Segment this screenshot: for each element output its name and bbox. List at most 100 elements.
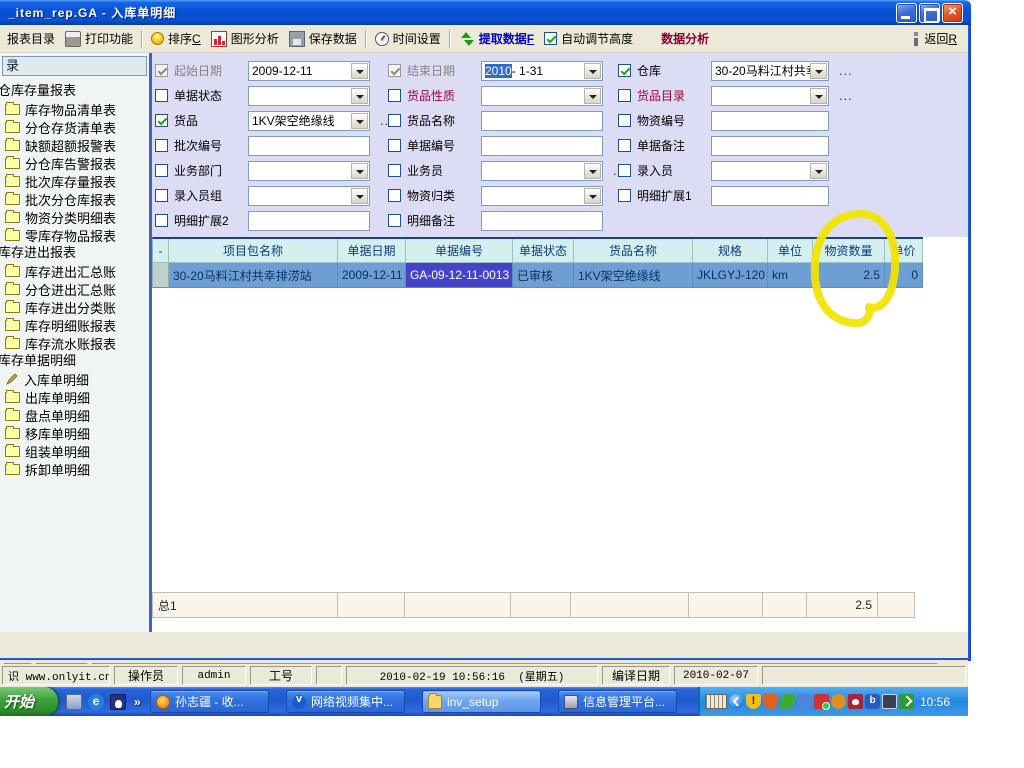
- end-date-dropdown[interactable]: 2010- 1-31: [481, 61, 603, 81]
- tree-group-inout[interactable]: 库存进出报表: [0, 244, 149, 262]
- column-header-price[interactable]: 单价: [885, 239, 923, 262]
- material-no-input[interactable]: [711, 111, 829, 131]
- tree-group-stock[interactable]: 仓库存量报表: [0, 82, 149, 100]
- column-header-spec[interactable]: 规格: [693, 239, 768, 262]
- collapse-tray-icon[interactable]: [729, 694, 744, 709]
- paw-icon[interactable]: [848, 694, 863, 709]
- bluetooth-icon[interactable]: b: [865, 694, 880, 709]
- taskbar-button-video[interactable]: 网络视频集中...: [286, 690, 405, 713]
- tree-item[interactable]: 批次分仓库报表: [0, 190, 149, 208]
- taskbar-button-mail[interactable]: 孙志疆 - 收...: [150, 690, 269, 713]
- detail-ext2-input[interactable]: [248, 211, 370, 231]
- chevron-more-icon[interactable]: »: [134, 695, 141, 709]
- gear-shield-icon[interactable]: [831, 694, 846, 709]
- checkbox-icon[interactable]: [155, 64, 168, 77]
- checkbox-icon[interactable]: [155, 139, 168, 152]
- checkbox-icon[interactable]: [618, 64, 631, 77]
- doc-note-input[interactable]: [711, 136, 829, 156]
- tree-item[interactable]: 分仓存货清单表: [0, 118, 149, 136]
- checkbox-icon[interactable]: [618, 139, 631, 152]
- report-catalog-button[interactable]: 报表目录: [2, 28, 60, 49]
- update-icon[interactable]: [899, 694, 914, 709]
- taskbar-button-folder[interactable]: inv_setup: [422, 690, 541, 713]
- qq-icon[interactable]: [110, 694, 126, 710]
- print-button[interactable]: 打印功能: [60, 28, 138, 49]
- close-button[interactable]: [942, 3, 963, 23]
- column-header-doc-no[interactable]: 单据编号: [406, 239, 513, 262]
- browse-warehouse-button[interactable]: ...: [839, 63, 853, 78]
- time-setting-button[interactable]: 时间设置: [370, 28, 446, 49]
- tree-item[interactable]: 出库单明细: [0, 388, 149, 406]
- tree-item[interactable]: 盘点单明细: [0, 406, 149, 424]
- tree-item[interactable]: 组装单明细: [0, 442, 149, 460]
- start-date-dropdown[interactable]: 2009-12-11: [248, 61, 370, 81]
- checkbox-icon[interactable]: [388, 139, 401, 152]
- checkbox-icon[interactable]: [155, 164, 168, 177]
- goods-nature-dropdown[interactable]: [481, 86, 603, 106]
- alert-shield-icon[interactable]: !: [746, 694, 761, 709]
- keyboard-icon[interactable]: [705, 694, 727, 709]
- checkbox-icon[interactable]: [618, 114, 631, 127]
- checkbox-icon[interactable]: [388, 164, 401, 177]
- detail-note-input[interactable]: [481, 211, 603, 231]
- tree-item[interactable]: 批次库存量报表: [0, 172, 149, 190]
- goods-dropdown[interactable]: 1KV架空绝缘线: [248, 111, 370, 131]
- table-row[interactable]: 30-20马料江村共幸排涝站 2009-12-11 GA-09-12-11-00…: [153, 263, 923, 288]
- column-header-quantity[interactable]: 物资数量: [813, 239, 885, 262]
- sort-button[interactable]: 排序C: [146, 28, 206, 49]
- graph-analysis-button[interactable]: 图形分析: [206, 28, 284, 49]
- checkbox-icon[interactable]: [618, 89, 631, 102]
- back-button[interactable]: 返回R: [907, 28, 962, 49]
- column-header-date[interactable]: 单据日期: [338, 239, 406, 262]
- material-class-dropdown[interactable]: [481, 186, 603, 206]
- tree-item[interactable]: 拆卸单明细: [0, 460, 149, 478]
- entry-group-dropdown[interactable]: [248, 186, 370, 206]
- warehouse-dropdown[interactable]: 30-20马料江村共幸: [711, 61, 829, 81]
- doc-no-input[interactable]: [481, 136, 603, 156]
- tree-item-selected[interactable]: 入库单明细: [0, 370, 149, 388]
- minimize-button[interactable]: [896, 3, 917, 23]
- green-leaf-icon[interactable]: [780, 694, 795, 709]
- save-data-button[interactable]: 保存数据: [284, 28, 362, 49]
- column-header-unit[interactable]: 单位: [768, 239, 813, 262]
- tree-item[interactable]: 分仓库告警报表: [0, 154, 149, 172]
- tree-item[interactable]: 库存进出分类账: [0, 298, 149, 316]
- checkbox-icon[interactable]: [388, 189, 401, 202]
- batch-no-input[interactable]: [248, 136, 370, 156]
- checkbox-icon[interactable]: [155, 114, 168, 127]
- maximize-button[interactable]: [919, 3, 940, 23]
- tree-item[interactable]: 物资分类明细表: [0, 208, 149, 226]
- red-status-icon[interactable]: [814, 694, 829, 709]
- tree-item[interactable]: 分仓进出汇总账: [0, 280, 149, 298]
- doc-state-dropdown[interactable]: [248, 86, 370, 106]
- blue-app-icon[interactable]: [797, 694, 812, 709]
- tree-item[interactable]: 库存进出汇总账: [0, 262, 149, 280]
- tree-item[interactable]: 库存明细账报表: [0, 316, 149, 334]
- data-analysis-button[interactable]: 数据分析: [656, 28, 714, 49]
- start-button[interactable]: 开始: [0, 687, 58, 716]
- column-header-indicator[interactable]: -: [153, 239, 169, 262]
- column-header-goods[interactable]: 货品名称: [574, 239, 693, 262]
- column-header-status[interactable]: 单据状态: [513, 239, 574, 262]
- internet-explorer-icon[interactable]: e: [88, 694, 104, 710]
- detail-ext1-input[interactable]: [711, 186, 829, 206]
- tree-item[interactable]: 缺额超额报警表: [0, 136, 149, 154]
- biz-dept-dropdown[interactable]: [248, 161, 370, 181]
- screen-icon[interactable]: [882, 694, 897, 709]
- checkbox-icon[interactable]: [155, 89, 168, 102]
- goods-name-input[interactable]: [481, 111, 603, 131]
- auto-height-checkbox[interactable]: 自动调节高度: [539, 28, 638, 49]
- checkbox-icon[interactable]: [155, 214, 168, 227]
- checkbox-icon[interactable]: [618, 164, 631, 177]
- tree-item[interactable]: 库存流水账报表: [0, 334, 149, 352]
- tree-group-documents[interactable]: 库存单据明细: [0, 352, 149, 370]
- checkbox-icon[interactable]: [155, 189, 168, 202]
- goods-catalog-dropdown[interactable]: [711, 86, 829, 106]
- tree-item[interactable]: 零库存物品报表: [0, 226, 149, 244]
- checkbox-icon[interactable]: [618, 189, 631, 202]
- salesman-dropdown[interactable]: [481, 161, 603, 181]
- checkbox-icon[interactable]: [388, 64, 401, 77]
- browse-catalog-button[interactable]: ...: [839, 88, 853, 103]
- checkbox-icon[interactable]: [388, 89, 401, 102]
- column-header-project[interactable]: 项目包名称: [169, 239, 338, 262]
